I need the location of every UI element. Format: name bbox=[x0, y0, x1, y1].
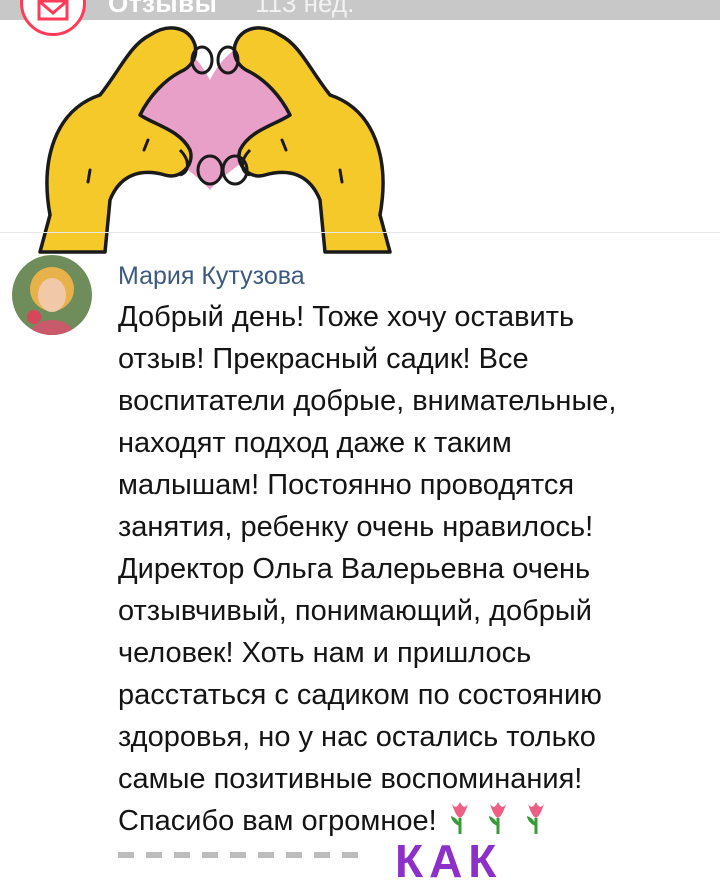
comment-body: Добрый день! Тоже хочу оставить отзыв! П… bbox=[118, 301, 617, 795]
comment-closing: Спасибо вам огромное! bbox=[118, 805, 437, 837]
comment-author[interactable]: Мария Кутузова bbox=[118, 262, 305, 291]
heart-hands-sticker bbox=[38, 26, 392, 254]
user-photo-icon bbox=[12, 255, 92, 335]
avatar[interactable] bbox=[12, 255, 92, 335]
tulip-emoji bbox=[521, 800, 551, 846]
divider bbox=[0, 232, 720, 233]
story-caption-text: КАК bbox=[395, 835, 503, 887]
next-comment-placeholder bbox=[118, 852, 368, 858]
comment-text: Добрый день! Тоже хочу оставить отзыв! П… bbox=[118, 296, 698, 846]
